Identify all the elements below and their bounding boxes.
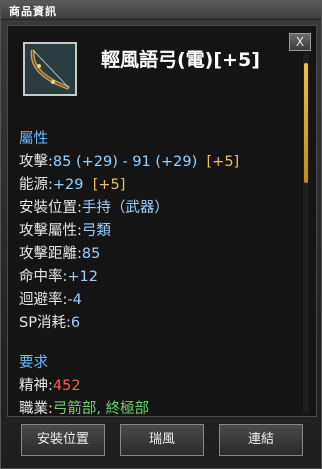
scrollbar-thumb[interactable] [304, 63, 308, 183]
item-info-window: 商品資訊 X 輕風語弓(電)[+5] 屬性 攻擊:85 (+29) - 91 (… [0, 0, 322, 469]
req-spirit: 精神:452 [19, 374, 81, 395]
stat-value: 85 (+29) - 91 (+29) [52, 154, 198, 170]
req-value: 452 [52, 378, 81, 394]
stat-equip-slot: 安裝位置:手持（武器） [19, 196, 169, 217]
window-title: 商品資訊 [9, 5, 57, 18]
stat-evasion: 迴避率:-4 [19, 288, 82, 309]
stat-attack-type: 攻擊屬性:弓類 [19, 219, 111, 240]
ruifeng-button[interactable]: 瑞風 [120, 424, 204, 456]
stat-value: 85 [81, 246, 101, 262]
stat-label: 攻擊屬性: [19, 223, 82, 239]
button-bar: 安裝位置 瑞風 連結 [1, 419, 321, 468]
attributes-header: 屬性 [19, 131, 48, 147]
stat-bonus: [+5] [92, 177, 126, 193]
link-button[interactable]: 連結 [219, 424, 303, 456]
stat-value: 6 [70, 315, 81, 331]
title-bar[interactable]: 商品資訊 [1, 1, 321, 20]
close-button[interactable]: X [289, 33, 311, 51]
stat-label: 攻擊: [19, 154, 53, 170]
stat-value: -4 [67, 292, 82, 308]
stat-label: 命中率: [19, 269, 68, 285]
stat-label: 攻擊距離: [19, 246, 82, 262]
stat-bonus: [+5] [206, 154, 240, 170]
requirements-header: 要求 [19, 355, 48, 371]
stat-label: 能源: [19, 177, 53, 193]
bow-graphic [25, 44, 75, 94]
item-name: 輕風語弓(電)[+5] [101, 49, 260, 71]
stat-label: SP消耗: [19, 315, 71, 331]
stat-hit-rate: 命中率:+12 [19, 265, 98, 286]
stat-value: +12 [67, 269, 98, 285]
stat-attack-range: 攻擊距離:85 [19, 242, 100, 263]
req-label: 精神: [19, 378, 53, 394]
stat-label: 迴避率: [19, 292, 68, 308]
stat-attack: 攻擊:85 (+29) - 91 (+29) [+5] [19, 150, 239, 171]
req-label: 職業: [19, 401, 53, 417]
stat-label: 安裝位置: [19, 200, 82, 216]
req-job: 職業:弓箭部, 終極部 [19, 397, 149, 418]
stat-value: 手持（武器） [81, 200, 169, 216]
req-value: 弓箭部, 終極部 [52, 401, 150, 417]
bow-icon [23, 42, 77, 96]
equip-location-button[interactable]: 安裝位置 [21, 424, 105, 456]
stat-value: +29 [52, 177, 84, 193]
stat-sp-cost: SP消耗:6 [19, 311, 80, 332]
stat-energy: 能源:+29 [+5] [19, 173, 125, 194]
stat-value: 弓類 [81, 223, 111, 239]
